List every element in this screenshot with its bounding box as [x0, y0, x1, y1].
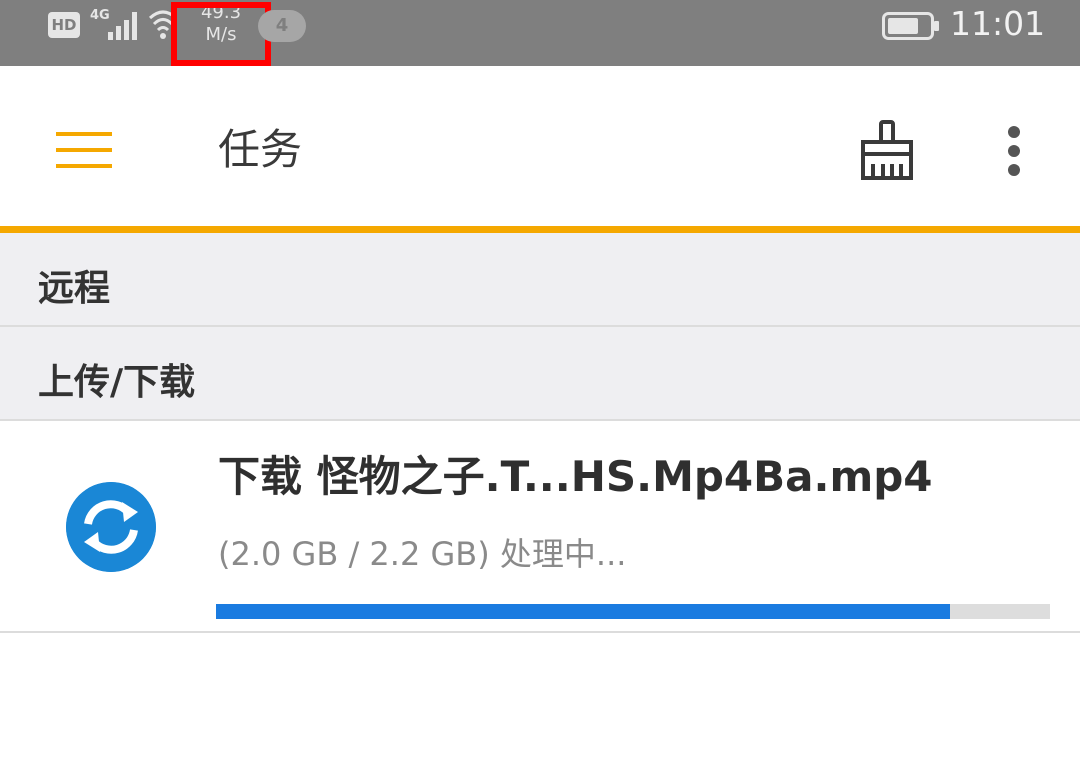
progress-bar-fill — [216, 604, 950, 619]
hd-voice-icon: HD — [48, 12, 80, 38]
task-row[interactable]: 下载 怪物之子.T...HS.Mp4Ba.mp4 (2.0 GB / 2.2 G… — [0, 421, 1080, 633]
clean-brush-icon[interactable] — [858, 120, 916, 182]
section-remote[interactable]: 远程 — [0, 233, 1080, 327]
notification-count-badge: 4 — [258, 10, 306, 42]
progress-bar — [216, 604, 1050, 619]
menu-icon[interactable] — [56, 132, 112, 168]
app-bar: 任务 — [0, 66, 1080, 228]
sync-icon — [66, 482, 156, 572]
task-title: 下载 怪物之子.T...HS.Mp4Ba.mp4 — [218, 452, 933, 501]
section-label-upload-download: 上传/下载 — [38, 362, 196, 403]
page-title: 任务 — [218, 125, 303, 174]
highlight-box — [171, 2, 271, 66]
status-bar: HD 4G 49.3 M/s 4 11:01 — [0, 0, 1080, 66]
task-status: (2.0 GB / 2.2 GB) 处理中... — [218, 535, 627, 573]
signal-icon — [108, 12, 137, 40]
section-upload-download[interactable]: 上传/下载 — [0, 327, 1080, 421]
more-vert-icon[interactable] — [1006, 126, 1022, 176]
app-bar-accent-line — [0, 226, 1080, 233]
section-label-remote: 远程 — [38, 268, 111, 309]
clock: 11:01 — [950, 4, 1046, 43]
battery-icon — [882, 12, 939, 40]
